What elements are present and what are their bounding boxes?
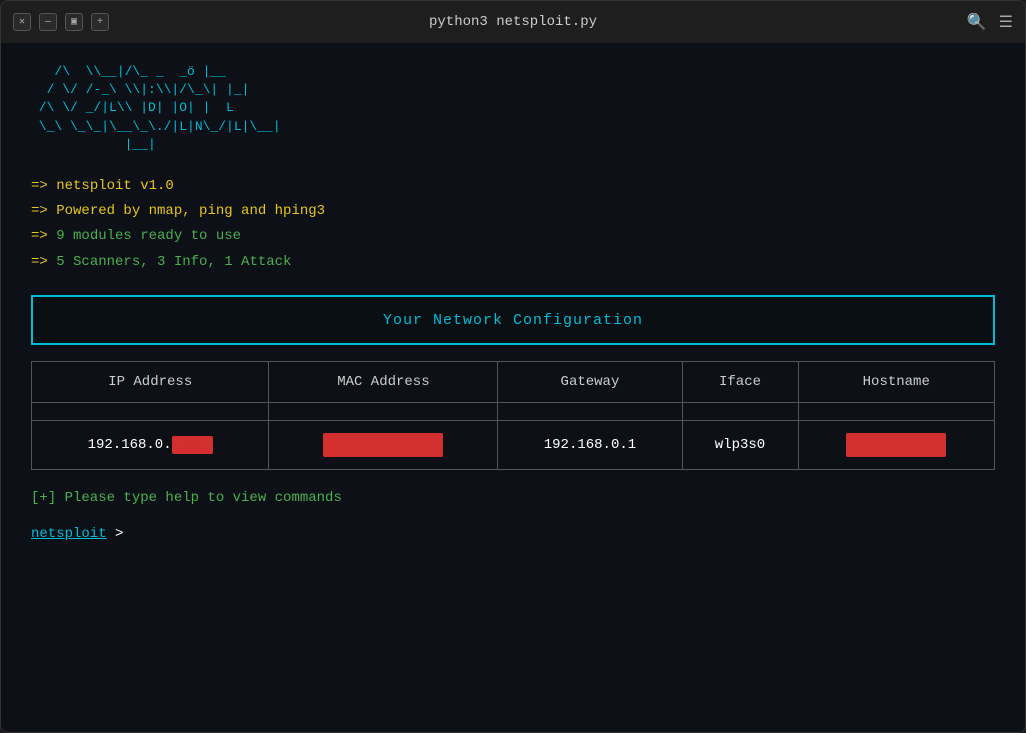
arrow-2: =>: [31, 203, 48, 219]
maximize-button[interactable]: +: [91, 13, 109, 31]
cell-gateway: 192.168.0.1: [498, 420, 682, 469]
network-config-box: Your Network Configuration: [31, 295, 995, 345]
minimize-button[interactable]: —: [39, 13, 57, 31]
menu-icon[interactable]: ☰: [999, 12, 1013, 32]
ip-text: 192.168.0.: [88, 437, 172, 453]
info-line-4: => 5 Scanners, 3 Info, 1 Attack: [31, 250, 995, 275]
info-lines: => netsploit v1.0 => Powered by nmap, pi…: [31, 174, 995, 275]
table-header-row: IP Address MAC Address Gateway Iface Hos…: [32, 361, 995, 402]
col-header-gateway: Gateway: [498, 361, 682, 402]
info-text-3: 9 modules ready to use: [56, 228, 241, 244]
prompt-name: netsploit: [31, 526, 107, 542]
help-line: [+] Please type help to view commands: [31, 490, 995, 506]
arrow-4: =>: [31, 254, 48, 270]
title-actions: 🔍 ☰: [967, 12, 1013, 32]
cell-hostname: [798, 420, 995, 469]
prompt-line: netsploit >: [31, 526, 995, 542]
ip-redacted: xxx: [172, 436, 213, 454]
close-button[interactable]: ✕: [13, 13, 31, 31]
mac-redacted: [323, 433, 443, 457]
col-header-iface: Iface: [682, 361, 798, 402]
cell-mac: [269, 420, 498, 469]
cell-ip: 192.168.0.xxx: [32, 420, 269, 469]
info-text-2: Powered by nmap, ping and hping3: [56, 203, 325, 219]
info-line-3: => 9 modules ready to use: [31, 224, 995, 249]
col-header-hostname: Hostname: [798, 361, 995, 402]
info-text-1: netsploit v1.0: [56, 178, 174, 194]
search-icon[interactable]: 🔍: [967, 12, 987, 32]
network-config-label: Your Network Configuration: [383, 312, 643, 329]
terminal-body: /\ \\__|/\_ _ _ö |__ / \/ /-_\ \\|:\\|/\…: [1, 43, 1025, 732]
window-controls: ✕ — ▣ +: [13, 13, 109, 31]
arrow-3: =>: [31, 228, 48, 244]
ascii-art: /\ \\__|/\_ _ _ö |__ / \/ /-_\ \\|:\\|/\…: [31, 63, 995, 154]
hostname-redacted: [846, 433, 946, 457]
col-header-ip: IP Address: [32, 361, 269, 402]
title-bar: ✕ — ▣ + python3 netsploit.py 🔍 ☰: [1, 1, 1025, 43]
restore-button[interactable]: ▣: [65, 13, 83, 31]
network-table: IP Address MAC Address Gateway Iface Hos…: [31, 361, 995, 470]
col-header-mac: MAC Address: [269, 361, 498, 402]
info-line-1: => netsploit v1.0: [31, 174, 995, 199]
info-text-4: 5 Scanners, 3 Info, 1 Attack: [56, 254, 291, 270]
info-line-2: => Powered by nmap, ping and hping3: [31, 199, 995, 224]
window-title: python3 netsploit.py: [429, 14, 597, 30]
prompt-symbol: >: [107, 526, 124, 542]
cell-iface: wlp3s0: [682, 420, 798, 469]
table-row-empty: [32, 402, 995, 420]
table-row: 192.168.0.xxx 192.168.0.1 wlp3s0: [32, 420, 995, 469]
terminal-window: ✕ — ▣ + python3 netsploit.py 🔍 ☰ /\ \\__…: [0, 0, 1026, 733]
arrow-1: =>: [31, 178, 48, 194]
